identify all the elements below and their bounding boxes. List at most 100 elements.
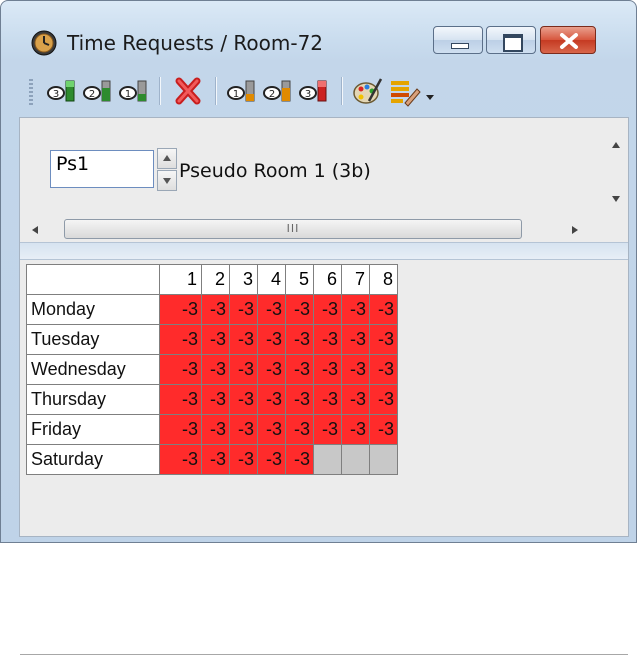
priority-2-icon[interactable]: 2 <box>81 75 115 107</box>
title-bar[interactable]: Time Requests / Room-72 <box>1 1 636 56</box>
period-header[interactable]: 8 <box>369 264 398 295</box>
grid-cell[interactable]: -3 <box>201 294 230 325</box>
priority-minus-2-icon[interactable]: 2 <box>261 75 295 107</box>
splitter[interactable] <box>20 242 628 260</box>
clock-icon <box>31 30 57 56</box>
horizontal-scroll-thumb[interactable]: III <box>64 219 522 239</box>
delete-icon[interactable] <box>171 75 205 107</box>
room-spinner[interactable] <box>157 148 177 192</box>
priority-minus-3-icon[interactable]: 3 <box>297 75 331 107</box>
priority-1-icon[interactable]: 1 <box>117 75 151 107</box>
grid-cell[interactable]: -3 <box>369 414 398 445</box>
grid-cell[interactable]: -3 <box>341 354 370 385</box>
edit-list-icon[interactable] <box>387 75 421 107</box>
grid-cell[interactable]: -3 <box>341 294 370 325</box>
day-label[interactable]: Saturday <box>26 444 160 475</box>
grid-cell[interactable]: -3 <box>229 354 258 385</box>
grid-cell[interactable]: -3 <box>313 324 342 355</box>
priority-3-icon[interactable]: 3 <box>45 75 79 107</box>
grid-cell[interactable]: -3 <box>229 384 258 415</box>
room-code-input[interactable]: Ps1 <box>50 150 154 188</box>
day-label[interactable]: Tuesday <box>26 324 160 355</box>
grid-cell-unavailable[interactable] <box>369 444 398 475</box>
priority-minus-1-icon[interactable]: 1 <box>225 75 259 107</box>
scroll-down-icon[interactable] <box>610 194 622 204</box>
grid-cell[interactable]: -3 <box>341 414 370 445</box>
grid-cell[interactable]: -3 <box>201 354 230 385</box>
grid-cell[interactable]: -3 <box>285 384 314 415</box>
grid-cell[interactable]: -3 <box>369 324 398 355</box>
spin-up-icon <box>163 155 171 161</box>
period-header[interactable]: 7 <box>341 264 370 295</box>
grid-cell[interactable]: -3 <box>285 294 314 325</box>
maximize-button[interactable] <box>486 26 536 54</box>
scroll-up-icon[interactable] <box>610 140 622 150</box>
room-name-label: Pseudo Room 1 (3b) <box>179 160 371 182</box>
grid-cell[interactable]: -3 <box>257 414 286 445</box>
grid-cell[interactable]: -3 <box>341 384 370 415</box>
scroll-thumb-grip: III <box>286 222 300 235</box>
spin-up-button[interactable] <box>157 148 177 169</box>
grid-cell-unavailable[interactable] <box>313 444 342 475</box>
grid-cell[interactable]: -3 <box>229 294 258 325</box>
grid-cell[interactable]: -3 <box>201 384 230 415</box>
grid-cell[interactable]: -3 <box>341 324 370 355</box>
grid-cell[interactable]: -3 <box>159 444 202 475</box>
time-requests-window: Time Requests / Room-72 3 2 1 1 2 3 Ps1 … <box>0 0 637 655</box>
grid-cell[interactable]: -3 <box>285 414 314 445</box>
grid-cell[interactable]: -3 <box>313 414 342 445</box>
scroll-right-icon[interactable] <box>570 224 580 236</box>
time-request-grid: 1 2 3 4 5 6 7 8 Monday -3 -3 -3 -3 -3 -3 -3 -3 Tuesday -3-… <box>26 264 398 475</box>
grid-cell[interactable]: -3 <box>313 294 342 325</box>
minimize-button[interactable] <box>433 26 483 54</box>
grid-cell[interactable]: -3 <box>369 294 398 325</box>
period-header[interactable]: 4 <box>257 264 286 295</box>
grid-cell[interactable]: -3 <box>201 444 230 475</box>
grid-cell[interactable]: -3 <box>201 324 230 355</box>
grid-cell[interactable]: -3 <box>257 444 286 475</box>
vertical-scrollbar[interactable] <box>604 118 628 218</box>
grid-cell[interactable]: -3 <box>159 294 202 325</box>
grid-cell[interactable]: -3 <box>285 354 314 385</box>
grid-cell[interactable]: -3 <box>159 384 202 415</box>
grid-cell[interactable]: -3 <box>257 294 286 325</box>
day-label[interactable]: Thursday <box>26 384 160 415</box>
grid-cell[interactable]: -3 <box>229 414 258 445</box>
grid-cell[interactable]: -3 <box>313 354 342 385</box>
period-header[interactable]: 1 <box>159 264 202 295</box>
grid-cell[interactable]: -3 <box>229 444 258 475</box>
grid-cell[interactable]: -3 <box>201 414 230 445</box>
grid-cell[interactable]: -3 <box>159 354 202 385</box>
period-header[interactable]: 2 <box>201 264 230 295</box>
minimize-icon <box>451 43 469 49</box>
day-label[interactable]: Wednesday <box>26 354 160 385</box>
grid-cell[interactable]: -3 <box>159 324 202 355</box>
grid-cell[interactable]: -3 <box>313 384 342 415</box>
grid-cell[interactable]: -3 <box>285 324 314 355</box>
grid-cell-unavailable[interactable] <box>341 444 370 475</box>
scroll-left-icon[interactable] <box>30 224 40 236</box>
toolbar-grip[interactable] <box>29 79 33 105</box>
grid-cell[interactable]: -3 <box>285 444 314 475</box>
dropdown-arrow-icon[interactable] <box>425 93 435 101</box>
spin-down-button[interactable] <box>157 170 177 191</box>
day-label[interactable]: Monday <box>26 294 160 325</box>
period-header[interactable]: 3 <box>229 264 258 295</box>
svg-text:1: 1 <box>233 89 239 100</box>
grid-cell[interactable]: -3 <box>257 324 286 355</box>
period-header[interactable]: 5 <box>285 264 314 295</box>
horizontal-scrollbar[interactable]: III <box>20 218 628 242</box>
grid-cell[interactable]: -3 <box>257 354 286 385</box>
period-header[interactable]: 6 <box>313 264 342 295</box>
grid-cell[interactable]: -3 <box>229 324 258 355</box>
close-button[interactable] <box>540 26 596 54</box>
day-label[interactable]: Friday <box>26 414 160 445</box>
grid-cell[interactable]: -3 <box>257 384 286 415</box>
grid-cell[interactable]: -3 <box>369 354 398 385</box>
grid-cell[interactable]: -3 <box>369 384 398 415</box>
toolbar: 3 2 1 1 2 3 <box>19 69 629 113</box>
grid-row: Monday -3 -3 -3 -3 -3 -3 -3 -3 <box>26 294 398 325</box>
palette-icon[interactable] <box>351 75 385 107</box>
grid-cell[interactable]: -3 <box>159 414 202 445</box>
toolbar-separator <box>215 77 217 105</box>
